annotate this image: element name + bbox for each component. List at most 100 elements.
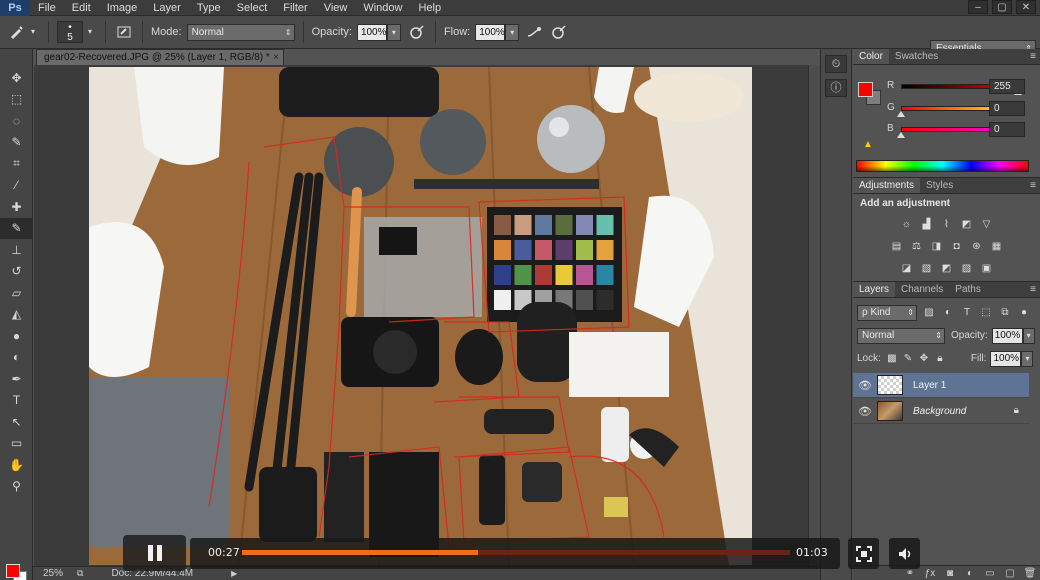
color-balance-icon[interactable]: ⚖ <box>909 240 925 253</box>
new-group-icon[interactable]: ▭ <box>980 568 1000 579</box>
menu-window[interactable]: Window <box>355 0 410 16</box>
pressure-size-icon[interactable] <box>549 22 569 42</box>
close-window-button[interactable]: ✕ <box>1016 0 1036 14</box>
lock-image-icon[interactable]: ✎ <box>901 352 915 366</box>
opacity-dropdown[interactable]: ▾ <box>386 23 401 41</box>
brush-panel-toggle-icon[interactable] <box>114 22 134 42</box>
link-layers-icon[interactable]: ⚭ <box>900 568 920 579</box>
zoom-level[interactable]: 25% <box>43 567 77 580</box>
menu-file[interactable]: File <box>30 0 64 16</box>
panel-menu-icon[interactable]: ≡ <box>1030 282 1036 298</box>
photo-filter-icon[interactable]: ◘ <box>949 240 965 253</box>
menu-type[interactable]: Type <box>189 0 229 16</box>
filter-toggle-icon[interactable]: ● <box>1017 306 1031 320</box>
print-preview-icon[interactable]: ⧉ <box>77 567 83 580</box>
lock-all-icon[interactable]: 🔒︎ <box>933 352 947 366</box>
visibility-eye-icon[interactable]: 👁︎ <box>853 405 877 418</box>
green-value-field[interactable]: 0 <box>989 101 1025 116</box>
brush-size-picker[interactable]: • 5 <box>57 21 83 43</box>
menu-view[interactable]: View <box>316 0 356 16</box>
path-selection-tool-icon[interactable]: ↖ <box>0 411 33 433</box>
minimize-button[interactable]: – <box>968 0 988 14</box>
filter-type-icon[interactable]: T <box>960 306 974 320</box>
dodge-tool-icon[interactable]: ◐ <box>0 347 33 369</box>
tab-adjustments[interactable]: Adjustments <box>853 178 921 193</box>
levels-icon[interactable]: ▟ <box>919 218 935 231</box>
hand-tool-icon[interactable]: ✋ <box>0 454 33 476</box>
tab-paths[interactable]: Paths <box>949 282 987 297</box>
filter-adjustment-icon[interactable]: ◐ <box>941 306 955 320</box>
green-channel-slider[interactable]: G 0 <box>887 101 1037 117</box>
flow-field[interactable]: 100% <box>475 23 506 41</box>
selective-color-icon[interactable]: ▣ <box>979 262 995 275</box>
brightness-contrast-icon[interactable]: ☼ <box>899 218 915 231</box>
shape-tool-icon[interactable]: ▭ <box>0 433 33 455</box>
threshold-icon[interactable]: ◩ <box>939 262 955 275</box>
color-spectrum-ramp[interactable] <box>856 160 1029 172</box>
menu-edit[interactable]: Edit <box>64 0 99 16</box>
color-lookup-icon[interactable]: ▦ <box>989 240 1005 253</box>
vertical-scrollbar[interactable] <box>808 65 820 567</box>
foreground-color-swatch[interactable] <box>6 564 20 578</box>
volume-button[interactable] <box>889 538 920 569</box>
black-white-icon[interactable]: ◨ <box>929 240 945 253</box>
panel-menu-icon[interactable]: ≡ <box>1030 49 1036 65</box>
filter-smart-object-icon[interactable]: ⧉ <box>998 306 1012 320</box>
lock-transparent-icon[interactable]: ▩ <box>885 352 899 366</box>
pause-button[interactable] <box>123 535 186 571</box>
lock-position-icon[interactable]: ✥ <box>917 352 931 366</box>
layer-opacity-field[interactable]: 100% <box>991 327 1023 344</box>
layer-row-background[interactable]: 👁︎ Background 🔒︎ <box>853 399 1029 424</box>
crop-tool-icon[interactable]: ⌗ <box>0 153 33 175</box>
brush-picker-dropdown[interactable]: ▾ <box>83 24 97 41</box>
lasso-tool-icon[interactable]: ◌ <box>0 110 33 132</box>
menu-layer[interactable]: Layer <box>145 0 189 16</box>
flow-dropdown[interactable]: ▾ <box>505 23 520 41</box>
color-panel-foreground-swatch[interactable] <box>858 82 873 97</box>
fullscreen-button[interactable] <box>848 538 879 569</box>
history-brush-tool-icon[interactable]: ↺ <box>0 261 33 283</box>
opacity-field[interactable]: 100% <box>356 23 387 41</box>
curves-icon[interactable]: ⌇ <box>939 218 955 231</box>
menu-select[interactable]: Select <box>229 0 276 16</box>
blur-tool-icon[interactable]: ● <box>0 325 33 347</box>
posterize-icon[interactable]: ▧ <box>919 262 935 275</box>
maximize-button[interactable]: ▢ <box>992 0 1012 14</box>
green-thumb[interactable] <box>897 111 905 117</box>
tab-layers[interactable]: Layers <box>853 282 896 297</box>
eraser-tool-icon[interactable]: ▱ <box>0 282 33 304</box>
visibility-eye-icon[interactable]: 👁︎ <box>853 379 877 392</box>
filter-shape-icon[interactable]: ⬚ <box>979 306 993 320</box>
menu-filter[interactable]: Filter <box>275 0 315 16</box>
marquee-tool-icon[interactable]: ⬚ <box>0 89 33 111</box>
new-adjustment-layer-icon[interactable]: ◐ <box>960 568 980 579</box>
type-tool-icon[interactable]: T <box>0 390 33 412</box>
tab-color[interactable]: Color <box>853 49 889 64</box>
blue-channel-slider[interactable]: B 0 <box>887 122 1037 138</box>
brush-tool-icon[interactable]: ✎ <box>0 217 33 239</box>
history-panel-icon[interactable]: ⏲ <box>825 55 847 73</box>
add-mask-icon[interactable]: ◙ <box>940 568 960 579</box>
layer-style-icon[interactable]: ƒx <box>920 568 940 579</box>
filter-pixel-icon[interactable]: ▨ <box>922 306 936 320</box>
tab-swatches[interactable]: Swatches <box>889 49 944 64</box>
healing-brush-tool-icon[interactable]: ✚ <box>0 196 33 218</box>
tab-styles[interactable]: Styles <box>920 178 959 193</box>
vibrance-icon[interactable]: ▽ <box>979 218 995 231</box>
fill-field[interactable]: 100% <box>990 350 1022 367</box>
pen-tool-icon[interactable]: ✒ <box>0 368 33 390</box>
layer-row-layer1[interactable]: 👁︎ Layer 1 <box>853 373 1029 398</box>
paint-bucket-tool-icon[interactable]: ◭ <box>0 304 33 326</box>
quick-selection-tool-icon[interactable]: ✎ <box>0 132 33 154</box>
move-tool-icon[interactable]: ✥ <box>0 67 33 89</box>
canvas-photo[interactable] <box>89 67 752 565</box>
airbrush-icon[interactable] <box>525 22 545 42</box>
document-tab[interactable]: gear02-Recovered.JPG @ 25% (Layer 1, RGB… <box>36 49 284 65</box>
clone-stamp-tool-icon[interactable]: ⊥ <box>0 239 33 261</box>
hue-saturation-icon[interactable]: ▤ <box>889 240 905 253</box>
blue-value-field[interactable]: 0 <box>989 122 1025 137</box>
exposure-icon[interactable]: ◩ <box>959 218 975 231</box>
properties-panel-icon[interactable]: ⓘ <box>825 79 847 97</box>
gamut-warning-icon[interactable]: ▲ <box>863 139 873 150</box>
menu-image[interactable]: Image <box>99 0 146 16</box>
